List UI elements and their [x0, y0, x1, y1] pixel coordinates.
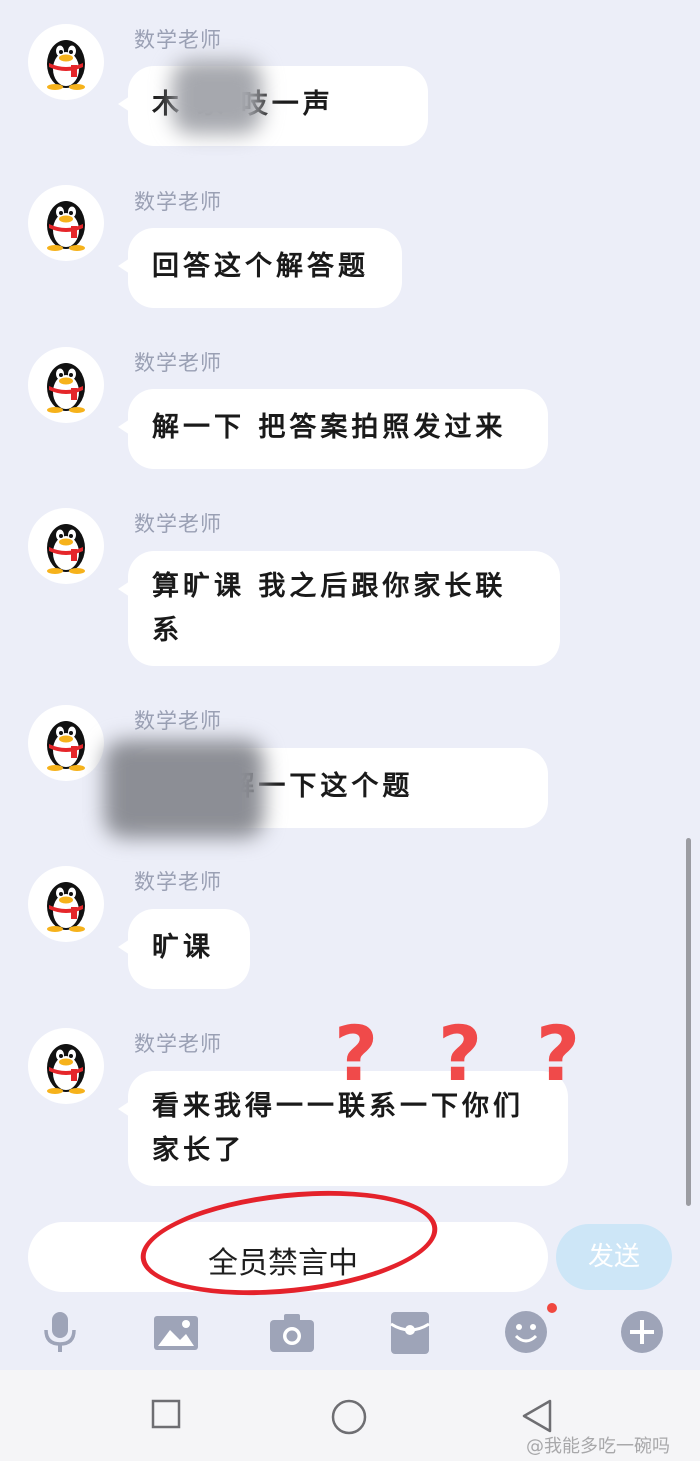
message-bubble[interactable]: 回答这个解答题 [118, 228, 402, 308]
sender-name: 数学老师 [134, 190, 222, 214]
qq-penguin-icon [47, 721, 85, 771]
sender-name: 数学老师 [134, 870, 222, 894]
qq-penguin-icon [47, 201, 85, 251]
sender-name: 数学老师 [134, 1032, 222, 1056]
message-bubble[interactable]: 旷课 [118, 909, 250, 989]
message-bubble[interactable]: 算旷课 我之后跟你家长联系 [118, 551, 560, 666]
sender-name: 数学老师 [134, 709, 222, 733]
privacy-blur [172, 60, 262, 134]
question-mark-annotation: ? [334, 1009, 379, 1098]
qq-penguin-icon [47, 882, 85, 932]
watermark-text: @我能多吃一碗吗 [526, 1436, 670, 1457]
avatar[interactable] [28, 347, 104, 423]
message-bubble[interactable]: 解一下 把答案拍照发过来 [118, 389, 548, 469]
avatar[interactable] [28, 866, 104, 942]
microphone-icon[interactable] [36, 1308, 84, 1356]
privacy-blur [104, 740, 264, 838]
image-icon[interactable] [152, 1308, 200, 1356]
sender-name: 数学老师 [134, 28, 222, 52]
camera-icon[interactable] [268, 1308, 316, 1356]
back-icon[interactable] [520, 1398, 554, 1434]
emoji-icon[interactable] [502, 1308, 550, 1356]
avatar[interactable] [28, 185, 104, 261]
red-packet-icon[interactable] [386, 1308, 434, 1356]
send-button[interactable]: 发送 [556, 1224, 672, 1290]
sender-name: 数学老师 [134, 351, 222, 375]
input-toolbar [0, 1300, 700, 1368]
question-mark-annotation: ? [536, 1009, 581, 1098]
notification-dot-icon [547, 1303, 557, 1313]
home-icon[interactable] [330, 1398, 368, 1436]
avatar[interactable] [28, 508, 104, 584]
avatar[interactable] [28, 24, 104, 100]
scrollbar[interactable] [686, 838, 691, 1206]
sender-name: 数学老师 [134, 512, 222, 536]
chat-area: 数学老师 木 家 吱一声 数学老师 回答这个解答题 [0, 0, 700, 1206]
qq-penguin-icon [47, 524, 85, 574]
recent-apps-icon[interactable] [150, 1398, 182, 1430]
qq-penguin-icon [47, 1044, 85, 1094]
avatar[interactable] [28, 1028, 104, 1104]
question-mark-annotation: ? [438, 1009, 483, 1098]
avatar[interactable] [28, 705, 104, 781]
qq-penguin-icon [47, 40, 85, 90]
plus-icon[interactable] [618, 1308, 666, 1356]
qq-penguin-icon [47, 363, 85, 413]
system-navigation-bar: @我能多吃一碗吗 [0, 1370, 700, 1461]
